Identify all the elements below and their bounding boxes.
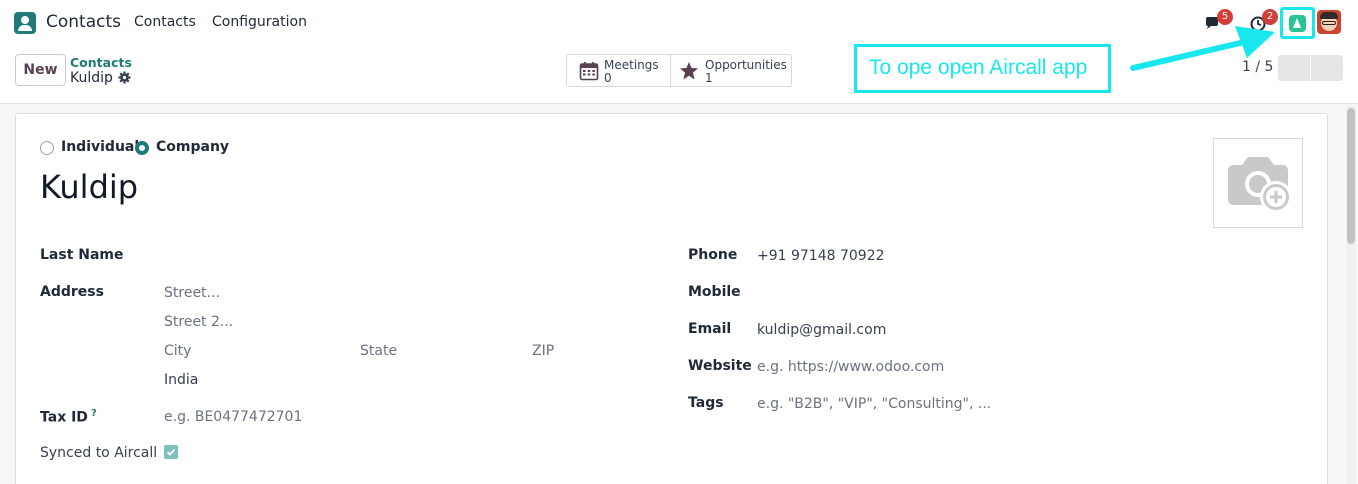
synced-to-aircall-checkbox[interactable] <box>164 445 178 459</box>
annotation-callout: To ope open Aircall app <box>854 44 1111 93</box>
meetings-count: 0 <box>604 71 612 85</box>
individual-radio[interactable] <box>40 141 54 155</box>
tax-id-input[interactable]: e.g. BE0477472701 <box>164 409 302 425</box>
aircall-icon <box>1289 15 1306 32</box>
pager-value[interactable]: 1 / 5 <box>1242 59 1273 75</box>
last-name-label: Last Name <box>40 247 124 263</box>
tax-id-label: Tax ID? <box>40 408 97 426</box>
smart-buttons: Meetings 0 Opportunities 1 <box>566 54 792 87</box>
individual-radio-label[interactable]: Individual <box>61 139 139 155</box>
website-label: Website <box>688 358 752 374</box>
meetings-smart-button[interactable]: Meetings 0 <box>567 55 671 86</box>
address-label: Address <box>40 284 104 300</box>
contacts-app-icon[interactable] <box>14 12 36 34</box>
phone-label: Phone <box>688 247 738 263</box>
contact-name-field[interactable]: Kuldip <box>40 168 138 206</box>
email-label: Email <box>688 321 732 337</box>
phone-input[interactable]: +91 97148 70922 <box>757 248 885 264</box>
opportunities-label: Opportunities <box>705 58 787 72</box>
city-input[interactable]: City <box>164 343 191 359</box>
company-radio[interactable] <box>135 141 149 155</box>
annotation-text: To ope open Aircall app <box>869 56 1088 79</box>
email-input[interactable]: kuldip@gmail.com <box>757 322 886 338</box>
opportunities-smart-button[interactable]: Opportunities 1 <box>671 55 791 86</box>
company-radio-label[interactable]: Company <box>156 139 229 155</box>
meetings-label: Meetings <box>604 58 659 72</box>
breadcrumb-contacts[interactable]: Contacts <box>70 55 132 70</box>
synced-to-aircall-label: Synced to Aircall <box>40 445 158 461</box>
breadcrumb-current: Kuldip <box>70 70 113 86</box>
check-icon <box>166 448 176 456</box>
app-name[interactable]: Contacts <box>46 12 121 32</box>
opportunities-count: 1 <box>705 71 713 85</box>
pager-next-button[interactable] <box>1311 55 1343 81</box>
street-input[interactable]: Street... <box>164 285 220 301</box>
contact-image-upload[interactable] <box>1213 138 1303 228</box>
star-icon <box>680 62 698 80</box>
menu-contacts[interactable]: Contacts <box>134 14 196 30</box>
menu-configuration[interactable]: Configuration <box>212 14 307 30</box>
aircall-button[interactable] <box>1280 7 1315 39</box>
gear-icon[interactable] <box>118 71 131 84</box>
tax-id-label-text: Tax ID <box>40 409 88 426</box>
tags-label: Tags <box>688 395 724 411</box>
camera-plus-icon <box>1228 157 1292 213</box>
website-input[interactable]: e.g. https://www.odoo.com <box>757 359 944 375</box>
scrollbar-thumb[interactable] <box>1347 108 1355 244</box>
calendar-icon <box>579 62 599 81</box>
pager-previous-button[interactable] <box>1278 55 1310 81</box>
help-icon[interactable]: ? <box>91 408 97 419</box>
state-input[interactable]: State <box>360 343 397 359</box>
new-button[interactable]: New <box>15 54 66 86</box>
street2-input[interactable]: Street 2... <box>164 314 233 330</box>
tags-input[interactable]: e.g. "B2B", "VIP", "Consulting", ... <box>757 396 991 412</box>
user-avatar[interactable] <box>1317 10 1341 34</box>
zip-input[interactable]: ZIP <box>532 343 554 359</box>
country-select[interactable]: India <box>164 372 198 388</box>
mobile-label: Mobile <box>688 284 741 300</box>
